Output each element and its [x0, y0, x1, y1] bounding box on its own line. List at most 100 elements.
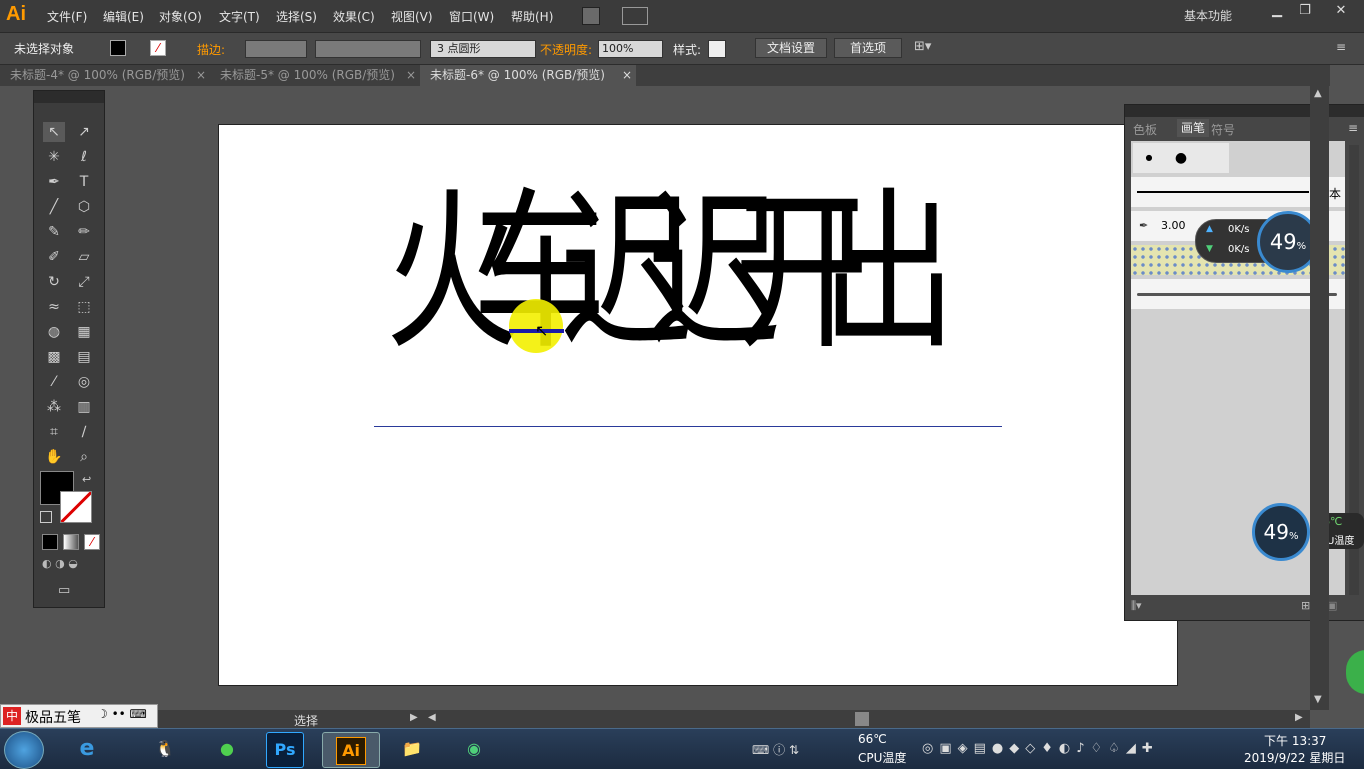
opacity-field[interactable]: 100% [598, 40, 663, 58]
status-menu-icon[interactable]: ▶ [410, 712, 418, 723]
variable-width-select[interactable] [315, 40, 421, 58]
blob-brush-tool-icon[interactable]: ✐ [43, 247, 65, 267]
menu-help[interactable]: 帮助(H) [511, 8, 553, 25]
tab-document-4[interactable]: 未标题-4* @ 100% (RGB/预览) × [0, 65, 210, 86]
artboard-tool-icon[interactable]: ⌗ [43, 422, 65, 442]
tab-symbols[interactable]: 符号 [1211, 121, 1235, 138]
tray-time[interactable]: 下午 13:37 [1264, 732, 1326, 749]
artboard-text[interactable]: 火车迟迟开出 [385, 187, 956, 359]
document-setup-button[interactable]: 文档设置 [755, 38, 827, 58]
panel-header[interactable] [34, 91, 104, 103]
ie-icon[interactable]: e [62, 732, 112, 766]
swap-colors-icon[interactable]: ↩ [82, 473, 91, 486]
minimize-icon[interactable]: ▁ [1262, 2, 1292, 20]
graph-tool-icon[interactable]: ▥ [73, 397, 95, 417]
menu-effect[interactable]: 效果(C) [333, 8, 375, 25]
line-tool-icon[interactable]: ╱ [43, 197, 65, 217]
symbol-sprayer-tool-icon[interactable]: ⁂ [43, 397, 65, 417]
pen-tool-icon[interactable]: ✒ [43, 172, 65, 192]
illustrator-taskbar-button[interactable]: Ai [322, 732, 380, 768]
tab-document-6[interactable]: 未标题-6* @ 100% (RGB/预览) × [420, 65, 636, 86]
shape-builder-tool-icon[interactable]: ◍ [43, 322, 65, 342]
browser-icon[interactable]: ◉ [446, 732, 502, 766]
color-mode-icon[interactable] [42, 534, 58, 550]
rotate-tool-icon[interactable]: ↻ [43, 272, 65, 292]
brush-dot-large[interactable]: ● [1165, 143, 1197, 173]
explorer-icon[interactable]: 📁 [386, 732, 438, 766]
gradient-mode-icon[interactable] [63, 534, 79, 550]
draw-mode-icon[interactable]: ◐ ◑ ◒ [42, 557, 98, 573]
eyedropper-tool-icon[interactable]: ⁄ [43, 372, 65, 392]
gradient-tool-icon[interactable]: ▤ [73, 347, 95, 367]
mesh-tool-icon[interactable]: ▩ [43, 347, 65, 367]
arrange-docs-icon[interactable] [622, 7, 648, 25]
style-swatch[interactable] [708, 40, 726, 58]
eraser-tool-icon[interactable]: ▱ [73, 247, 95, 267]
ime-mode-icons[interactable]: ☽ •• ⌨ [97, 707, 147, 721]
close-icon[interactable]: × [406, 65, 416, 86]
lasso-tool-icon[interactable]: ℓ [73, 147, 95, 167]
menu-edit[interactable]: 编辑(E) [103, 8, 144, 25]
scale-tool-icon[interactable]: ⤢ [73, 272, 95, 292]
horizontal-scroll-thumb[interactable] [855, 712, 869, 726]
menu-view[interactable]: 视图(V) [391, 8, 433, 25]
magic-wand-tool-icon[interactable]: ✳ [43, 147, 65, 167]
screen-mode-icon[interactable]: ▭ [58, 583, 80, 599]
slice-tool-icon[interactable]: ∕ [73, 422, 95, 442]
tab-document-5[interactable]: 未标题-5* @ 100% (RGB/预览) × [210, 65, 420, 86]
tab-brushes[interactable]: 画笔 [1177, 119, 1210, 137]
close-icon[interactable]: × [622, 65, 632, 86]
selection-tool-icon[interactable]: ↖ [43, 122, 65, 142]
brush-dot-small[interactable]: ● [1133, 143, 1165, 173]
arrange-icon[interactable]: ⊞▾ [914, 39, 931, 54]
panel-menu-icon[interactable]: ≡ [1336, 40, 1346, 54]
ime-logo-icon[interactable]: 中 [3, 707, 21, 725]
ime-name[interactable]: 极品五笔 [25, 707, 81, 727]
close-icon[interactable]: ✕ [1326, 2, 1356, 20]
start-button[interactable] [4, 731, 44, 769]
menu-object[interactable]: 对象(O) [159, 8, 202, 25]
stroke-weight-field[interactable] [245, 40, 307, 58]
direct-selection-tool-icon[interactable]: ↗ [73, 122, 95, 142]
shape-tool-icon[interactable]: ⬡ [73, 197, 95, 217]
paintbrush-tool-icon[interactable]: ✎ [43, 222, 65, 242]
scroll-up-icon[interactable]: ▲ [1314, 88, 1322, 99]
close-icon[interactable]: × [196, 65, 206, 86]
blend-tool-icon[interactable]: ◎ [73, 372, 95, 392]
pencil-tool-icon[interactable]: ✏ [73, 222, 95, 242]
photoshop-icon[interactable]: Ps [266, 732, 304, 768]
type-tool-icon[interactable]: T [73, 172, 95, 192]
preferences-button[interactable]: 首选项 [834, 38, 902, 58]
scroll-right-icon[interactable]: ▶ [1295, 712, 1303, 723]
tray-date[interactable]: 2019/9/22 星期日 [1244, 749, 1345, 766]
tab-swatches[interactable]: 色板 [1133, 121, 1157, 138]
brush-select[interactable]: 3 点圆形 [430, 40, 536, 58]
perspective-grid-tool-icon[interactable]: ▦ [73, 322, 95, 342]
stroke-color-icon[interactable] [60, 491, 92, 523]
stroke-swatch[interactable]: ⁄ [150, 40, 166, 56]
menu-type[interactable]: 文字(T) [219, 8, 260, 25]
menu-select[interactable]: 选择(S) [276, 8, 317, 25]
panel-menu-icon[interactable]: ≡ [1348, 121, 1358, 135]
zoom-tool-icon[interactable]: ⌕ [73, 447, 95, 467]
hand-tool-icon[interactable]: ✋ [43, 447, 65, 467]
tray-icons[interactable]: ◎▣◈▤●◆◇♦◐♪♢♤◢✚ [922, 741, 1159, 756]
vertical-scrollbar[interactable]: ▲ ▼ [1310, 86, 1329, 710]
artboard[interactable]: 火车迟迟开出 ↖ [218, 124, 1178, 686]
qq-icon[interactable]: 🐧 [140, 732, 190, 766]
wechat-icon[interactable]: ● [202, 732, 252, 766]
tray-input-icon[interactable]: ⌨ ⓘ ⇅ [752, 741, 799, 758]
default-colors-icon[interactable] [40, 511, 52, 523]
menu-window[interactable]: 窗口(W) [449, 8, 494, 25]
warp-tool-icon[interactable]: ≈ [43, 297, 65, 317]
fill-swatch[interactable] [110, 40, 126, 56]
scroll-left-icon[interactable]: ◀ [428, 712, 436, 723]
none-mode-icon[interactable]: ⁄ [84, 534, 100, 550]
menu-file[interactable]: 文件(F) [47, 8, 87, 25]
brush-dot-empty[interactable] [1197, 143, 1229, 173]
restore-icon[interactable]: ❐ [1290, 2, 1320, 20]
scroll-down-icon[interactable]: ▼ [1314, 694, 1322, 705]
brush-library-icon[interactable]: ⫼▾ [1131, 599, 1142, 613]
free-transform-tool-icon[interactable]: ⬚ [73, 297, 95, 317]
bridge-icon[interactable] [582, 7, 600, 25]
